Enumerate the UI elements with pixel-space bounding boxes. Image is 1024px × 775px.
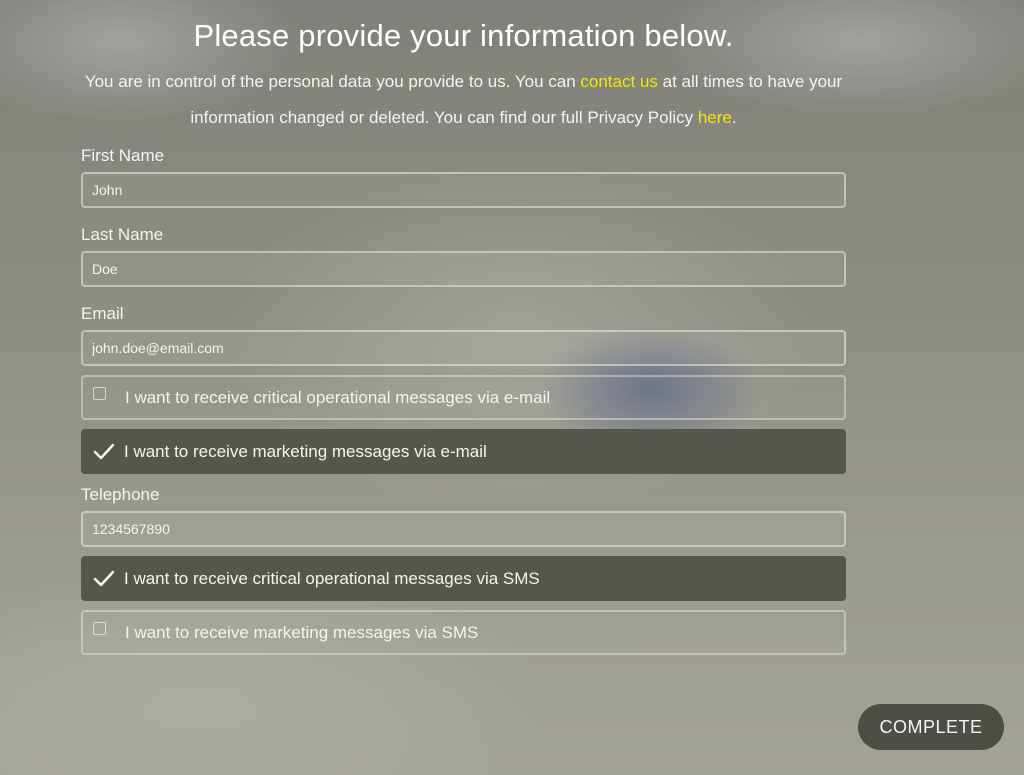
- checkmark-icon: [93, 570, 115, 586]
- email-marketing-label: I want to receive marketing messages via…: [124, 441, 487, 461]
- email-label: Email: [81, 304, 124, 323]
- telephone-label: Telephone: [81, 485, 160, 504]
- empty-checkbox-icon: [93, 622, 106, 635]
- sms-marketing-label: I want to receive marketing messages via…: [125, 622, 479, 642]
- telephone-input[interactable]: [81, 511, 846, 547]
- complete-button[interactable]: COMPLETE: [858, 704, 1004, 750]
- telephone-group: Telephone: [81, 483, 846, 547]
- sms-critical-option[interactable]: I want to receive critical operational m…: [81, 556, 846, 601]
- first-name-group: First Name: [81, 144, 846, 208]
- page-title: Please provide your information below.: [193, 18, 734, 53]
- email-marketing-option[interactable]: I want to receive marketing messages via…: [81, 429, 846, 474]
- info-form-container: Please provide your information below. Y…: [81, 0, 846, 655]
- empty-checkbox-icon: [93, 387, 106, 400]
- contact-us-link[interactable]: contact us: [580, 72, 658, 91]
- last-name-group: Last Name: [81, 223, 846, 287]
- first-name-input[interactable]: [81, 172, 846, 208]
- email-group: Email: [81, 302, 846, 366]
- privacy-intro: You are in control of the personal data …: [81, 64, 846, 136]
- email-critical-option[interactable]: I want to receive critical operational m…: [81, 375, 846, 420]
- intro-text-end: .: [731, 108, 737, 127]
- email-input[interactable]: [81, 330, 846, 366]
- first-name-label: First Name: [81, 146, 165, 165]
- intro-text-1: You are in control of the personal data …: [84, 72, 581, 91]
- email-critical-label: I want to receive critical operational m…: [125, 387, 551, 407]
- last-name-label: Last Name: [81, 225, 164, 244]
- privacy-policy-link[interactable]: here: [698, 108, 732, 127]
- checkmark-icon: [93, 443, 115, 459]
- sms-marketing-option[interactable]: I want to receive marketing messages via…: [81, 610, 846, 655]
- last-name-input[interactable]: [81, 251, 846, 287]
- sms-critical-label: I want to receive critical operational m…: [124, 568, 540, 588]
